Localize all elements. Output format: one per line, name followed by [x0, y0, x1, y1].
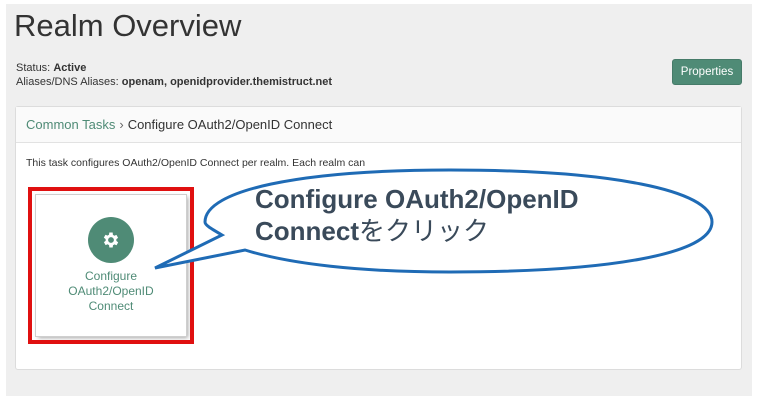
callout-line2: Connectをクリック — [255, 215, 675, 247]
callout-line2-bold: Connect — [255, 216, 359, 246]
callout-line1: Configure OAuth2/OpenID — [255, 184, 579, 214]
callout-text: Configure OAuth2/OpenID Connectをクリック — [255, 183, 675, 247]
callout-line2-suffix: をクリック — [359, 216, 490, 246]
